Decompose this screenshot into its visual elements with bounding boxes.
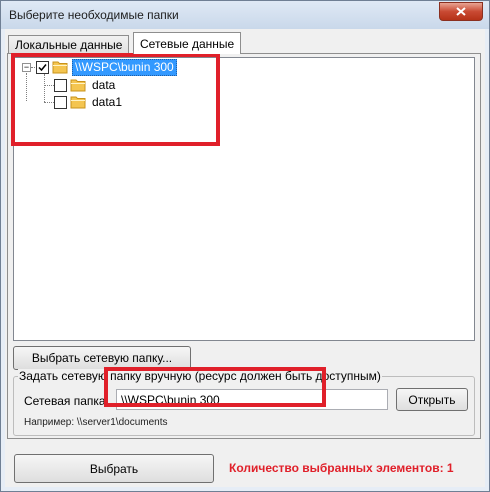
folder-icon (70, 79, 86, 92)
collapse-expander[interactable]: − (22, 63, 31, 72)
example-hint: Например: \\server1\documents (24, 417, 168, 428)
folder-icon (70, 96, 86, 109)
tab-local-data[interactable]: Локальные данные (8, 35, 130, 53)
tree-node-label: data (92, 77, 116, 92)
tree-checkbox[interactable] (36, 60, 49, 74)
tree-line (26, 73, 27, 101)
dialog-window: Выберите необходимые папки Локальные дан… (0, 0, 490, 492)
group-legend: Задать сетевую папку вручную (ресурс дол… (18, 369, 382, 383)
close-icon (456, 7, 466, 16)
open-button[interactable]: Открыть (396, 388, 468, 411)
tab-panel: − \\WSPC\bunin 300 data data1 Выбрать се… (7, 53, 481, 439)
tree-checkbox[interactable] (54, 78, 67, 92)
selected-count-status: Количество выбранных элементов: 1 (229, 461, 454, 475)
folder-icon (52, 61, 68, 74)
network-folder-input[interactable] (116, 389, 388, 410)
select-button[interactable]: Выбрать (14, 454, 214, 483)
title-bar[interactable]: Выберите необходимые папки (1, 1, 489, 29)
tree-line (44, 102, 54, 103)
tab-label: Сетевые данные (140, 36, 235, 51)
window-title: Выберите необходимые папки (9, 8, 179, 22)
tree-node-label: \\WSPC\bunin 300 (72, 58, 177, 76)
check-icon (38, 63, 47, 71)
select-network-folder-button[interactable]: Выбрать сетевую папку... (13, 346, 191, 370)
tree-node-label: data1 (92, 94, 123, 109)
dialog-client: Локальные данные Сетевые данные − \\WSPC… (5, 29, 485, 487)
tree-node-data[interactable]: data (54, 77, 117, 93)
folder-tree[interactable]: − \\WSPC\bunin 300 data data1 (13, 57, 475, 341)
network-folder-label: Сетевая папка (24, 394, 106, 408)
close-button[interactable] (439, 2, 483, 21)
tree-line (44, 74, 45, 102)
tree-checkbox[interactable] (54, 95, 67, 109)
manual-path-group: Задать сетевую папку вручную (ресурс дол… (13, 369, 475, 436)
tree-line (44, 85, 54, 86)
tree-node-root[interactable]: \\WSPC\bunin 300 (36, 58, 177, 76)
tab-network-data[interactable]: Сетевые данные (133, 32, 242, 54)
tab-label: Локальные данные (15, 37, 123, 52)
tree-node-data1[interactable]: data1 (54, 94, 124, 110)
